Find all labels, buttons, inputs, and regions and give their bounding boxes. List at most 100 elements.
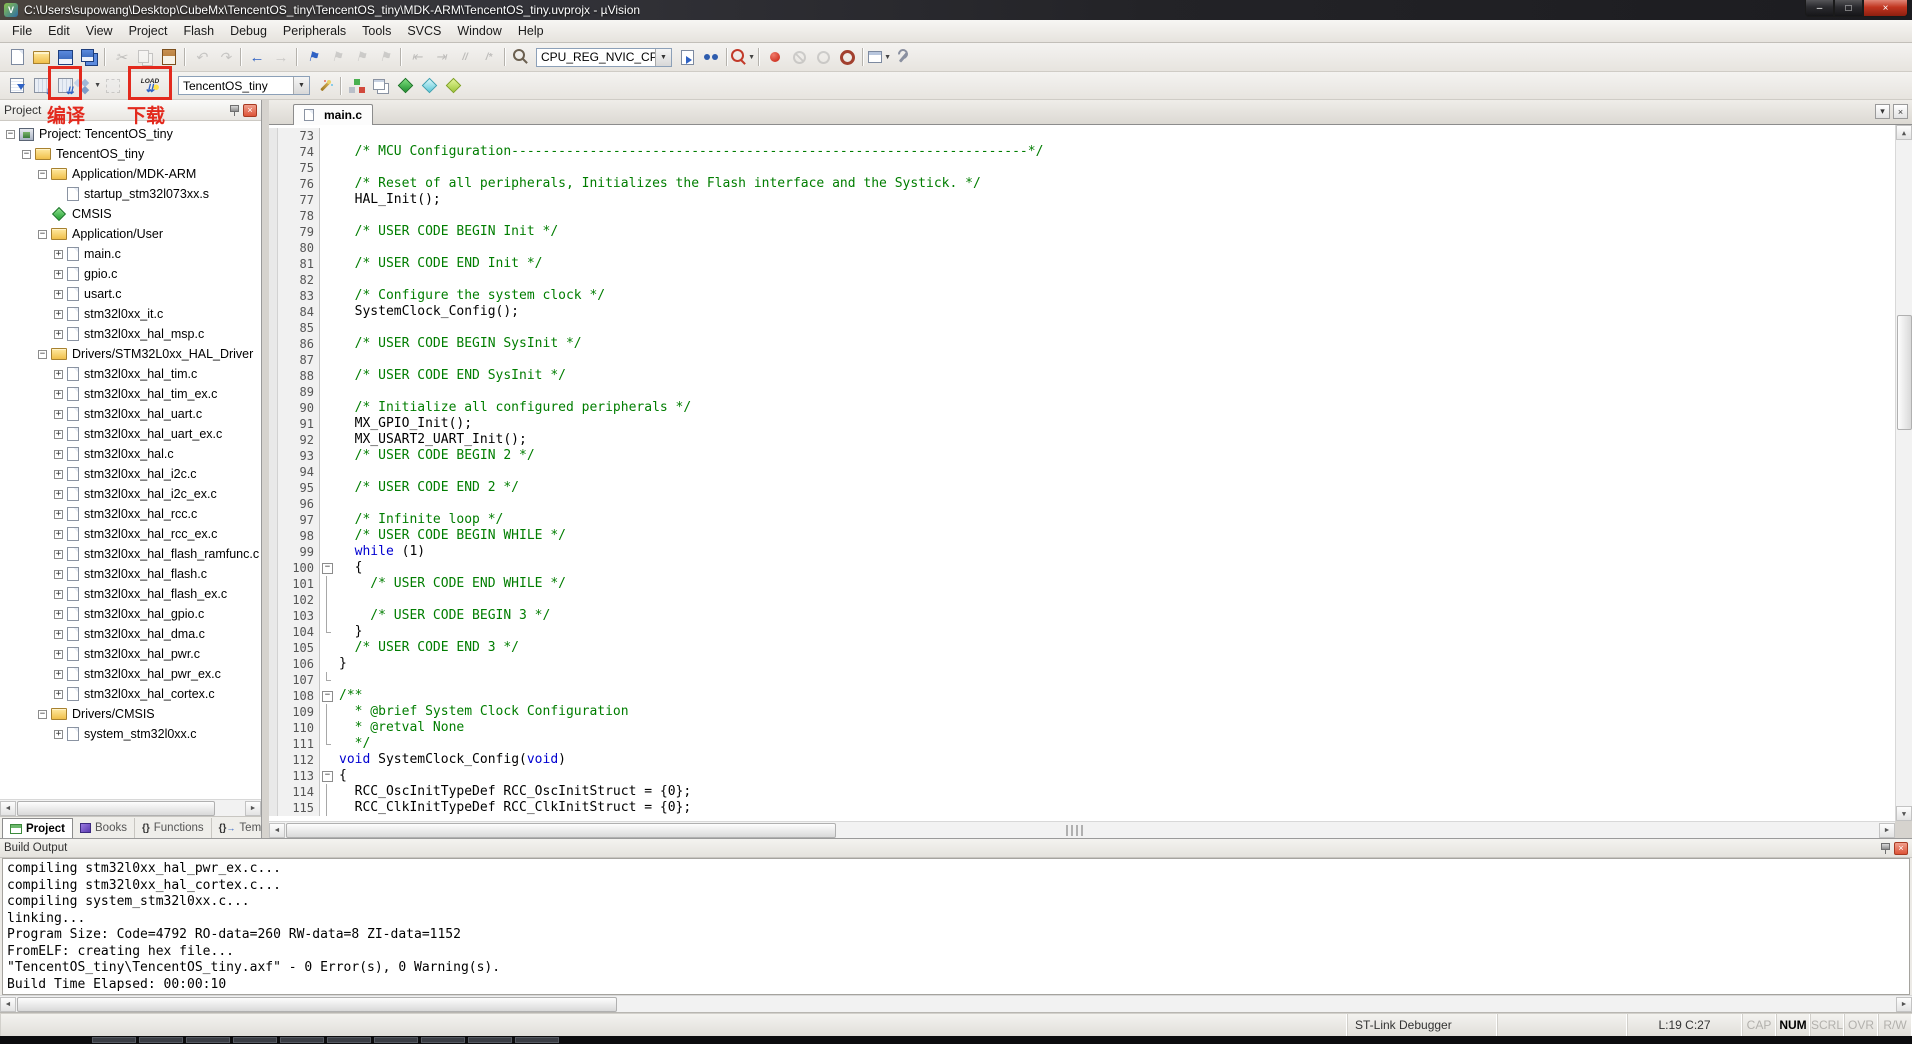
uncomment-selection-button[interactable] <box>477 46 501 68</box>
bookmark-margin[interactable] <box>269 208 278 224</box>
tree-item[interactable]: −Application/User <box>0 224 261 244</box>
panel-tab-project[interactable]: Project <box>2 818 73 838</box>
code-editor[interactable]: 7374 /* MCU Configuration---------------… <box>269 125 1912 821</box>
line-number[interactable]: 107 <box>278 672 320 688</box>
line-number[interactable]: 91 <box>278 416 320 432</box>
bookmark-margin[interactable] <box>269 240 278 256</box>
bookmark-margin[interactable] <box>269 736 278 752</box>
editor-hscrollbar[interactable]: ◄ ► <box>269 821 1895 838</box>
line-number[interactable]: 109 <box>278 704 320 720</box>
line-number[interactable]: 78 <box>278 208 320 224</box>
breakpoint-disable-all-button[interactable] <box>811 46 835 68</box>
menu-edit[interactable]: Edit <box>40 21 78 41</box>
line-number[interactable]: 105 <box>278 640 320 656</box>
bookmark-margin[interactable] <box>269 128 278 144</box>
bookmark-clear-all-button[interactable] <box>373 46 397 68</box>
pack-installer-button[interactable] <box>393 75 417 97</box>
line-number[interactable]: 88 <box>278 368 320 384</box>
bookmark-margin[interactable] <box>269 544 278 560</box>
tree-expander-plus-icon[interactable]: + <box>54 490 63 499</box>
scroll-down-arrow-icon[interactable]: ▼ <box>1896 806 1912 821</box>
line-number[interactable]: 87 <box>278 352 320 368</box>
tree-item[interactable]: +stm32l0xx_hal_i2c.c <box>0 464 261 484</box>
menu-window[interactable]: Window <box>449 21 509 41</box>
bookmark-margin[interactable] <box>269 176 278 192</box>
pin-icon[interactable] <box>228 104 240 117</box>
rebuild-all-button[interactable]: 编译 <box>53 75 77 97</box>
line-number[interactable]: 89 <box>278 384 320 400</box>
bookmark-margin[interactable] <box>269 768 278 784</box>
line-number[interactable]: 83 <box>278 288 320 304</box>
line-number[interactable]: 113 <box>278 768 320 784</box>
tree-expander-minus-icon[interactable]: − <box>22 150 31 159</box>
line-number[interactable]: 93 <box>278 448 320 464</box>
tree-item[interactable]: +stm32l0xx_hal_flash_ex.c <box>0 584 261 604</box>
line-number[interactable]: 98 <box>278 528 320 544</box>
bookmark-margin[interactable] <box>269 720 278 736</box>
breakpoint-toggle-button[interactable] <box>763 46 787 68</box>
redo-button[interactable] <box>213 46 237 68</box>
manage-runtime-env-button[interactable] <box>345 75 369 97</box>
tree-item[interactable]: +stm32l0xx_hal_rcc.c <box>0 504 261 524</box>
panel-tab-functions[interactable]: Functions <box>135 818 212 838</box>
bookmark-margin[interactable] <box>269 384 278 400</box>
line-number[interactable]: 94 <box>278 464 320 480</box>
build-target-button[interactable] <box>29 75 53 97</box>
bookmark-margin[interactable] <box>269 592 278 608</box>
bookmark-margin[interactable] <box>269 528 278 544</box>
bookmark-margin[interactable] <box>269 784 278 800</box>
bookmark-margin[interactable] <box>269 512 278 528</box>
scroll-right-arrow-icon[interactable]: ► <box>1879 823 1895 838</box>
translate-file-button[interactable] <box>5 75 29 97</box>
line-number[interactable]: 86 <box>278 336 320 352</box>
bookmark-margin[interactable] <box>269 272 278 288</box>
bookmark-toggle-button[interactable] <box>301 46 325 68</box>
line-number[interactable]: 82 <box>278 272 320 288</box>
line-number[interactable]: 106 <box>278 656 320 672</box>
maximize-button[interactable]: □ <box>1834 0 1863 17</box>
menu-project[interactable]: Project <box>121 21 176 41</box>
chevron-down-icon[interactable]: ▼ <box>293 77 309 94</box>
line-number[interactable]: 85 <box>278 320 320 336</box>
bookmark-margin[interactable] <box>269 448 278 464</box>
tree-item[interactable]: −Drivers/STM32L0xx_HAL_Driver <box>0 344 261 364</box>
tree-expander-plus-icon[interactable]: + <box>54 530 63 539</box>
debug-dialogs-button[interactable]: ▼ <box>867 46 891 68</box>
editor-tab-main-c[interactable]: main.c <box>293 104 373 125</box>
new-file-button[interactable] <box>5 46 29 68</box>
tree-expander-plus-icon[interactable]: + <box>54 310 63 319</box>
tree-expander-minus-icon[interactable]: − <box>38 230 47 239</box>
breakpoint-disable-button[interactable] <box>787 46 811 68</box>
taskbar-window-thumb[interactable] <box>515 1037 559 1043</box>
save-button[interactable] <box>53 46 77 68</box>
tree-item[interactable]: −Drivers/CMSIS <box>0 704 261 724</box>
menu-flash[interactable]: Flash <box>175 21 222 41</box>
tree-expander-plus-icon[interactable]: + <box>54 430 63 439</box>
tree-item[interactable]: +system_stm32l0xx.c <box>0 724 261 744</box>
bookmark-margin[interactable] <box>269 416 278 432</box>
scrollbar-thumb[interactable] <box>1897 315 1912 430</box>
show-current-statement-button[interactable] <box>675 46 699 68</box>
taskbar-window-thumb[interactable] <box>280 1037 324 1043</box>
watch-window-button[interactable] <box>699 46 723 68</box>
tree-item[interactable]: startup_stm32l073xx.s <box>0 184 261 204</box>
tree-expander-plus-icon[interactable]: + <box>54 250 63 259</box>
fold-collapse-icon[interactable] <box>320 688 334 704</box>
bookmark-margin[interactable] <box>269 432 278 448</box>
find-magnifier-button[interactable]: ▼ <box>731 46 755 68</box>
taskbar-window-thumb[interactable] <box>233 1037 277 1043</box>
tree-expander-plus-icon[interactable]: + <box>54 370 63 379</box>
menu-tools[interactable]: Tools <box>354 21 399 41</box>
indent-right-button[interactable] <box>429 46 453 68</box>
tree-expander-plus-icon[interactable]: + <box>54 650 63 659</box>
close-button[interactable]: × <box>1863 0 1908 17</box>
bookmark-margin[interactable] <box>269 224 278 240</box>
select-software-packs-button[interactable] <box>417 75 441 97</box>
bookmark-margin[interactable] <box>269 464 278 480</box>
scrollbar-thumb[interactable] <box>17 801 215 816</box>
tree-item[interactable]: +stm32l0xx_hal_flash_ramfunc.c <box>0 544 261 564</box>
menu-peripherals[interactable]: Peripherals <box>275 21 354 41</box>
find-in-files-button[interactable] <box>509 46 533 68</box>
tree-item[interactable]: +stm32l0xx_hal_i2c_ex.c <box>0 484 261 504</box>
file-extensions-button[interactable] <box>369 75 393 97</box>
